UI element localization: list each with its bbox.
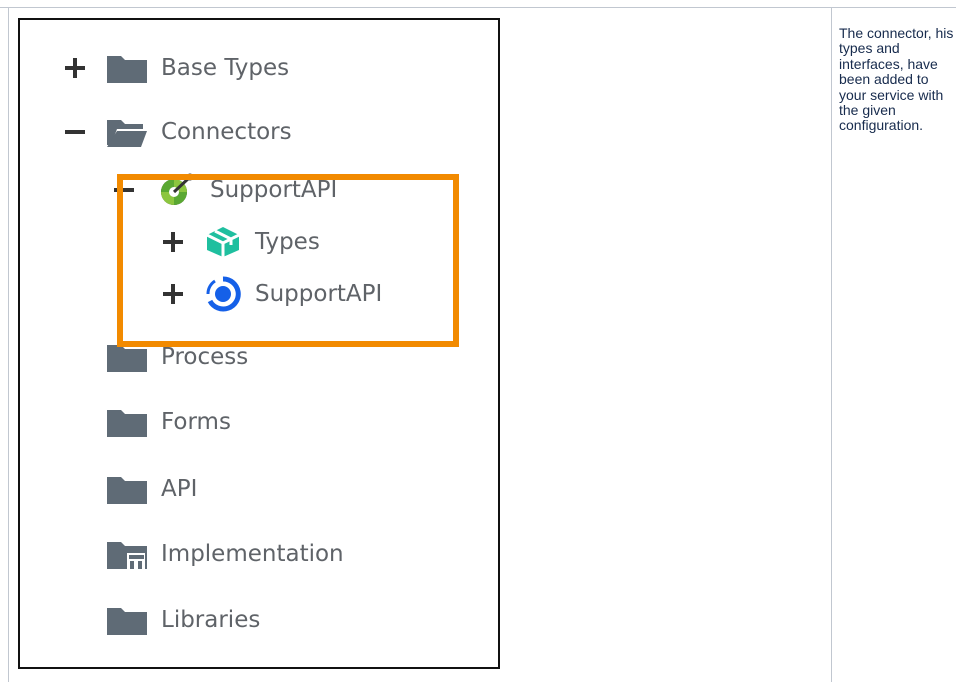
tree-item-base-types[interactable]: Base Types	[65, 48, 289, 88]
tree-item-forms[interactable]: Forms	[107, 402, 231, 442]
collapse-minus-icon[interactable]	[65, 122, 85, 142]
tree-item-label: Libraries	[161, 607, 261, 633]
folder-icon	[107, 608, 147, 635]
tree-item-label: Implementation	[161, 541, 344, 567]
tree-item-implementation[interactable]: Implementation	[107, 534, 344, 574]
table-top-border	[0, 7, 956, 8]
tree-item-libraries[interactable]: Libraries	[107, 600, 260, 640]
tree-item-label: Base Types	[161, 55, 290, 81]
tree-item-connectors[interactable]: Connectors	[65, 112, 292, 152]
folder-open-icon	[107, 120, 147, 147]
tree-screenshot: Base Types Connectors SupportAPI Types S…	[18, 18, 500, 669]
folder-icon	[107, 477, 147, 504]
table-left-border	[8, 7, 9, 682]
connector-highlight-box	[117, 174, 459, 347]
table-column-divider	[831, 7, 832, 682]
folder-icon	[107, 56, 147, 83]
tree-item-label: API	[161, 476, 198, 502]
tree-item-label: Connectors	[161, 119, 292, 145]
tree-item-label: Process	[161, 344, 249, 370]
expand-plus-icon[interactable]	[65, 58, 85, 78]
folder-icon	[107, 410, 147, 437]
tree-item-api[interactable]: API	[107, 469, 197, 509]
explanation-text: The connector, his types and interfaces,…	[839, 25, 954, 134]
implementation-folder-icon	[107, 542, 147, 569]
tree-item-label: Forms	[161, 409, 231, 435]
